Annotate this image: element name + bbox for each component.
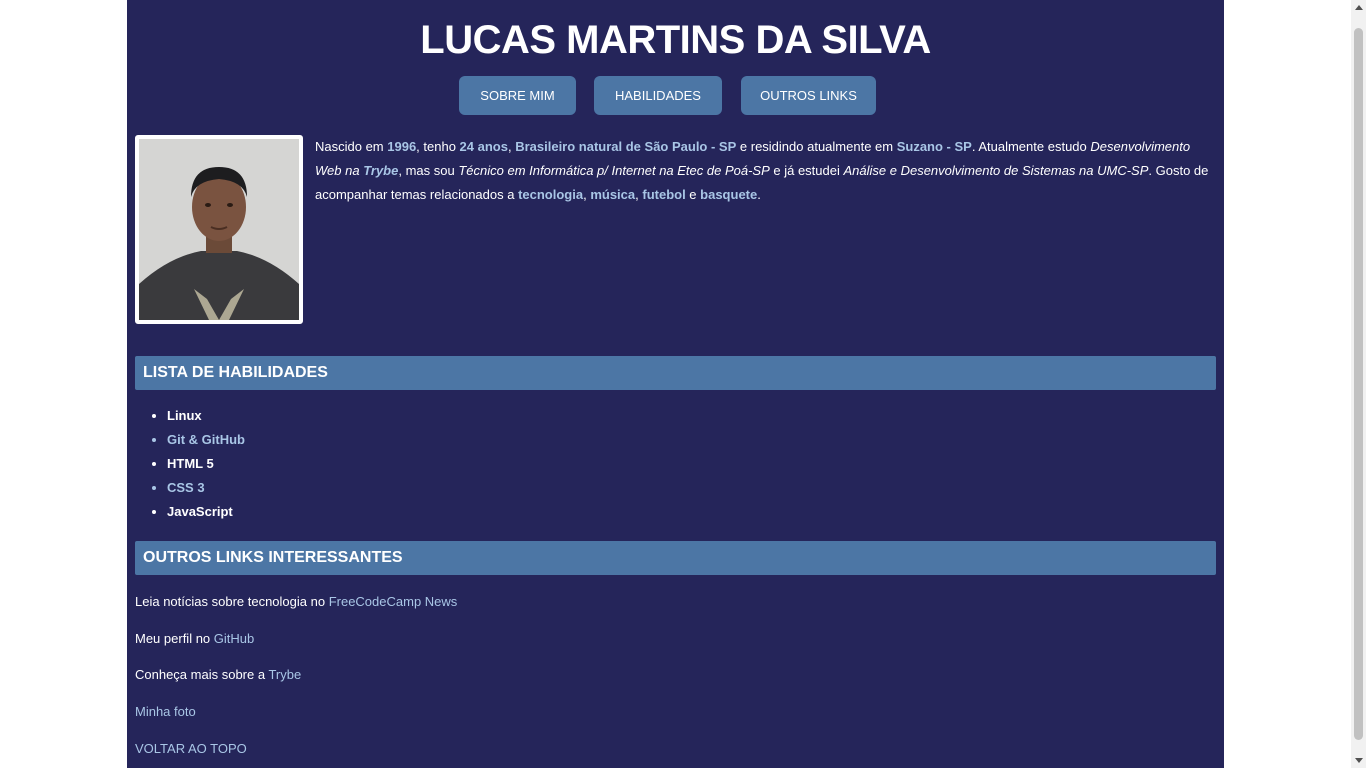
freecodecamp-link[interactable]: FreeCodeCamp News bbox=[329, 594, 458, 609]
trybe-prefix: Conheça mais sobre a bbox=[135, 667, 269, 682]
nav-button-outros-links[interactable]: OUTROS LINKS bbox=[741, 76, 876, 115]
bio-text: e já estudei bbox=[769, 163, 844, 178]
page-title: LUCAS MARTINS DA SILVA bbox=[420, 18, 931, 62]
scrollbar-thumb[interactable] bbox=[1354, 28, 1363, 740]
profile-photo-image bbox=[139, 139, 299, 320]
profile-photo bbox=[135, 135, 303, 324]
back-to-top-line: VOLTAR AO TOPO bbox=[135, 740, 247, 758]
bio-highlight: tecnologia bbox=[518, 187, 584, 202]
nav-button-sobre-mim[interactable]: SOBRE MIM bbox=[459, 76, 576, 115]
scroll-down-arrow-icon[interactable] bbox=[1355, 758, 1363, 763]
bio-emphasis: Técnico em Informática p/ Internet na Et… bbox=[458, 163, 770, 178]
bio-highlight: 24 anos bbox=[459, 139, 508, 154]
scroll-up-arrow-icon[interactable] bbox=[1355, 5, 1363, 10]
bio-highlight: 1996 bbox=[387, 139, 417, 154]
skill-item: Linux bbox=[167, 404, 245, 428]
photo-link-line: Minha foto bbox=[135, 703, 196, 721]
bio-emphasis: Análise e Desenvolvimento de Sistemas na… bbox=[843, 163, 1149, 178]
trybe-link[interactable]: Trybe bbox=[268, 667, 301, 682]
page-container: LUCAS MARTINS DA SILVA SOBRE MIM HABILID… bbox=[127, 0, 1224, 768]
bio-highlight: Suzano - SP bbox=[896, 139, 972, 154]
bio-text: e residindo atualmente em bbox=[736, 139, 897, 154]
links-heading: OUTROS LINKS INTERESSANTES bbox=[135, 541, 1216, 575]
skill-item: HTML 5 bbox=[167, 452, 245, 476]
vertical-scrollbar[interactable] bbox=[1351, 0, 1366, 768]
bio-highlight: basquete bbox=[700, 187, 758, 202]
bio-text: , mas sou bbox=[398, 163, 459, 178]
freecodecamp-prefix: Leia notícias sobre tecnologia no bbox=[135, 594, 329, 609]
bio-text: . bbox=[757, 187, 761, 202]
bio-highlight: música bbox=[590, 187, 636, 202]
bio-highlight: Brasileiro natural de São Paulo - SP bbox=[515, 139, 737, 154]
github-line: Meu perfil no GitHub bbox=[135, 630, 254, 648]
skill-item[interactable]: Git & GitHub bbox=[167, 428, 245, 452]
photo-link[interactable]: Minha foto bbox=[135, 704, 196, 719]
about-text: Nascido em 1996, tenho 24 anos, Brasilei… bbox=[315, 135, 1215, 207]
freecodecamp-line: Leia notícias sobre tecnologia no FreeCo… bbox=[135, 593, 457, 611]
github-link[interactable]: GitHub bbox=[214, 631, 254, 646]
bio-text: Nascido em bbox=[315, 139, 388, 154]
back-to-top-link[interactable]: VOLTAR AO TOPO bbox=[135, 741, 247, 756]
skill-item[interactable]: CSS 3 bbox=[167, 476, 245, 500]
trybe-line: Conheça mais sobre a Trybe bbox=[135, 666, 301, 684]
skill-item: JavaScript bbox=[167, 500, 245, 524]
skills-list: Linux Git & GitHub HTML 5 CSS 3 JavaScri… bbox=[135, 404, 245, 524]
skills-heading: LISTA DE HABILIDADES bbox=[135, 356, 1216, 390]
nav-button-habilidades[interactable]: HABILIDADES bbox=[594, 76, 722, 115]
bio-highlight: Trybe bbox=[363, 163, 399, 178]
bio-text: e bbox=[685, 187, 701, 202]
bio-text: . Atualmente estudo bbox=[971, 139, 1091, 154]
github-prefix: Meu perfil no bbox=[135, 631, 214, 646]
bio-text: , tenho bbox=[416, 139, 460, 154]
bio-highlight: futebol bbox=[642, 187, 686, 202]
